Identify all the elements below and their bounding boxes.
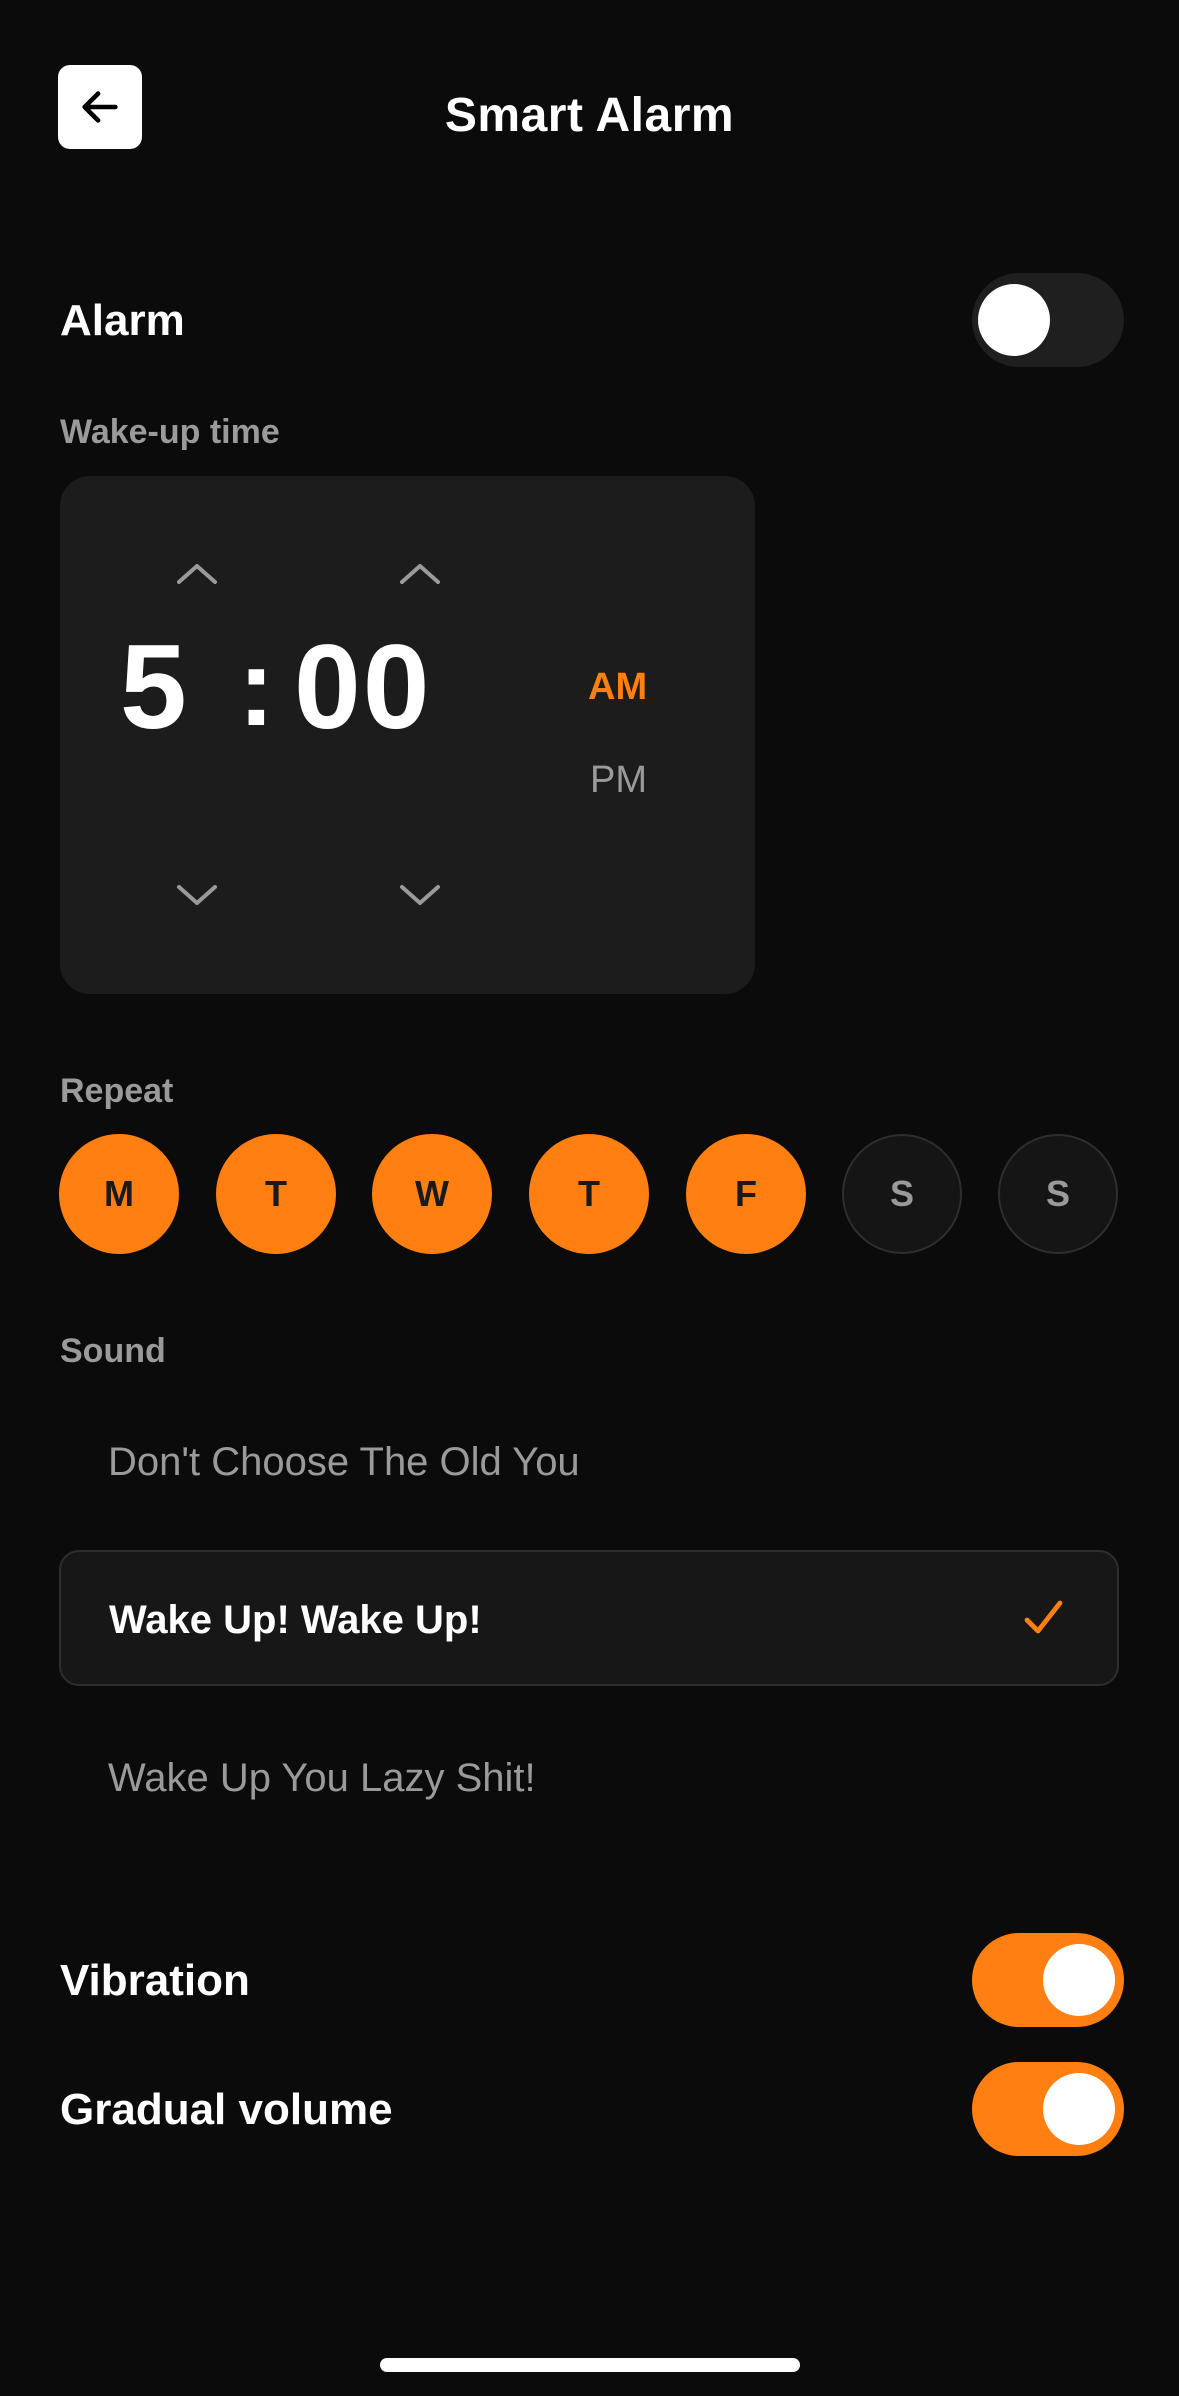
sound-option[interactable]: Wake Up You Lazy Shit!: [108, 1756, 536, 1801]
gradual-volume-toggle[interactable]: [972, 2062, 1124, 2156]
gradual-volume-label: Gradual volume: [60, 2085, 393, 2134]
vibration-toggle[interactable]: [972, 1933, 1124, 2027]
time-picker: 5 : 00 AM PM: [60, 476, 755, 994]
time-separator: :: [238, 626, 275, 749]
page-title: Smart Alarm: [444, 89, 735, 142]
minute-down-button[interactable]: [390, 876, 450, 916]
day-tuesday[interactable]: T: [216, 1134, 336, 1254]
minute-up-button[interactable]: [390, 553, 450, 593]
pm-option[interactable]: PM: [590, 759, 647, 802]
sound-option-label: Wake Up! Wake Up!: [109, 1598, 482, 1642]
sound-option[interactable]: Don't Choose The Old You: [108, 1440, 580, 1485]
home-indicator: [380, 2358, 800, 2372]
day-thursday[interactable]: T: [529, 1134, 649, 1254]
minute-value[interactable]: 00: [294, 618, 431, 756]
sound-option-selected[interactable]: Wake Up! Wake Up!: [59, 1550, 1119, 1686]
wake-up-time-label: Wake-up time: [60, 413, 280, 451]
day-friday[interactable]: F: [686, 1134, 806, 1254]
toggle-knob: [978, 284, 1050, 356]
toggle-knob: [1043, 2073, 1115, 2145]
chevron-up-icon: [400, 564, 440, 584]
day-wednesday[interactable]: W: [372, 1134, 492, 1254]
toggle-knob: [1043, 1944, 1115, 2016]
day-sunday[interactable]: S: [998, 1134, 1118, 1254]
checkmark-icon: [1024, 1600, 1063, 1634]
sound-label: Sound: [60, 1332, 166, 1370]
day-monday[interactable]: M: [59, 1134, 179, 1254]
hour-value[interactable]: 5: [120, 618, 189, 756]
alarm-label: Alarm: [60, 296, 185, 345]
chevron-up-icon: [177, 564, 217, 584]
alarm-toggle[interactable]: [972, 273, 1124, 367]
vibration-label: Vibration: [60, 1956, 250, 2005]
chevron-down-icon: [177, 885, 217, 905]
chevron-down-icon: [400, 885, 440, 905]
repeat-label: Repeat: [60, 1072, 174, 1110]
hour-down-button[interactable]: [167, 876, 227, 916]
hour-up-button[interactable]: [167, 553, 227, 593]
am-option[interactable]: AM: [588, 666, 647, 709]
day-saturday[interactable]: S: [842, 1134, 962, 1254]
